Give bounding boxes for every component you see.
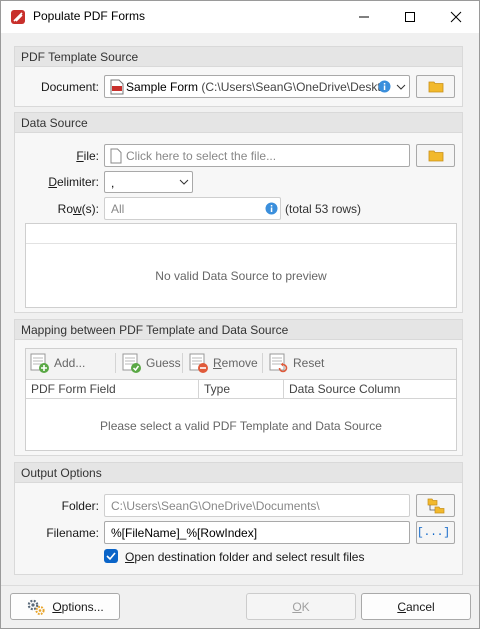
mapping-toolbar: Add... Guess Remove Reset — [26, 349, 456, 379]
column-header[interactable]: Type — [199, 380, 284, 398]
close-icon — [450, 11, 462, 23]
toolbar-separator — [115, 353, 116, 373]
info-icon[interactable] — [265, 202, 278, 215]
reset-button[interactable]: Reset — [268, 349, 324, 377]
folder-input[interactable]: C:\Users\SeanG\OneDrive\Documents\ — [104, 494, 410, 517]
table-header: PDF Form Field Type Data Source Column — [26, 380, 456, 399]
remove-label: Remove — [213, 356, 258, 370]
ok-button[interactable]: OK — [246, 593, 356, 620]
column-header[interactable]: PDF Form Field — [26, 380, 199, 398]
remove-button[interactable]: Remove — [188, 349, 258, 377]
filename-value: %[FileName]_%[RowIndex] — [111, 526, 258, 540]
chevron-down-icon — [179, 179, 189, 185]
guess-label: Guess — [146, 356, 181, 370]
reset-label: Reset — [293, 356, 325, 370]
checkmark-icon — [106, 552, 116, 561]
add-field-icon — [30, 353, 49, 373]
folder-value: C:\Users\SeanG\OneDrive\Documents\ — [111, 499, 320, 513]
delimiter-value: , — [111, 176, 115, 190]
delimiter-label: Delimiter: — [48, 175, 99, 189]
options-button[interactable]: Options... — [10, 593, 120, 620]
add-label: Add... — [54, 356, 86, 370]
gears-icon — [28, 599, 45, 615]
data-preview-area: No valid Data Source to preview — [25, 223, 457, 308]
cancel-label: Cancel — [397, 599, 435, 614]
group-header: Data Source — [15, 113, 462, 133]
rows-value: All — [111, 202, 125, 216]
maximize-button[interactable] — [387, 1, 433, 33]
macro-label: [...] — [417, 526, 451, 539]
rows-total: (total 53 rows) — [285, 202, 362, 216]
document-value: Sample Form — [126, 80, 199, 94]
folder-tree-icon — [427, 498, 444, 513]
add-button[interactable]: Add... — [29, 349, 85, 377]
options-label: Options... — [52, 599, 104, 614]
reset-icon — [269, 353, 288, 373]
document-browse-button[interactable] — [416, 75, 455, 98]
document-select[interactable]: Sample Form (C:\Users\SeanG\OneDrive\Des… — [104, 75, 410, 98]
blank-file-icon — [110, 148, 122, 164]
maximize-icon — [405, 12, 415, 22]
filename-label: Filename: — [46, 526, 99, 540]
mapping-table: PDF Form Field Type Data Source Column P… — [26, 379, 456, 450]
macro-button[interactable]: [...] — [416, 521, 455, 544]
document-path: (C:\Users\SeanG\OneDrive\Desktop — [201, 80, 384, 94]
delimiter-select[interactable]: , — [104, 171, 193, 193]
file-browse-button[interactable] — [416, 144, 455, 167]
minimize-button[interactable] — [341, 1, 387, 33]
app-logo-icon — [11, 10, 25, 24]
guess-icon — [122, 353, 141, 373]
folder-icon — [428, 150, 443, 162]
cancel-button[interactable]: Cancel — [361, 593, 471, 620]
file-placeholder: Click here to select the file... — [126, 149, 277, 163]
folder-browse-button[interactable] — [416, 494, 455, 517]
preview-message: No valid Data Source to preview — [155, 269, 327, 283]
footer-divider — [1, 585, 479, 586]
toolbar-separator — [182, 353, 183, 373]
preview-header — [26, 224, 456, 244]
pdf-file-icon — [110, 79, 124, 95]
file-label: File: — [76, 149, 99, 163]
folder-icon — [428, 81, 443, 93]
mapping-empty-message: Please select a valid PDF Template and D… — [100, 419, 382, 433]
title-bar: Populate PDF Forms — [1, 1, 479, 33]
mapping-panel: Add... Guess Remove Reset PDF Form Field… — [25, 348, 457, 451]
populate-pdf-forms-dialog: Populate PDF Forms PDF Template Source D… — [0, 0, 480, 629]
remove-field-icon — [189, 353, 208, 373]
chevron-down-icon — [396, 84, 406, 90]
guess-button[interactable]: Guess — [121, 349, 181, 377]
group-header: Mapping between PDF Template and Data So… — [15, 320, 462, 340]
filename-input[interactable]: %[FileName]_%[RowIndex] — [104, 521, 410, 544]
rows-input[interactable]: All — [104, 197, 281, 220]
group-header: PDF Template Source — [15, 47, 462, 67]
group-header: Output Options — [15, 463, 462, 483]
window-title: Populate PDF Forms — [33, 9, 146, 23]
open-folder-label: Open destination folder and select resul… — [125, 550, 365, 564]
info-icon[interactable] — [378, 80, 391, 93]
toolbar-separator — [262, 353, 263, 373]
rows-label: Row(s): — [57, 202, 99, 216]
open-folder-checkbox[interactable] — [104, 549, 118, 563]
folder-label: Folder: — [61, 499, 99, 513]
document-label: Document: — [40, 80, 99, 94]
close-button[interactable] — [433, 1, 479, 33]
ok-label: OK — [292, 599, 310, 614]
column-header[interactable]: Data Source Column — [284, 380, 456, 398]
minimize-icon — [359, 16, 369, 18]
file-input[interactable]: Click here to select the file... — [104, 144, 410, 167]
